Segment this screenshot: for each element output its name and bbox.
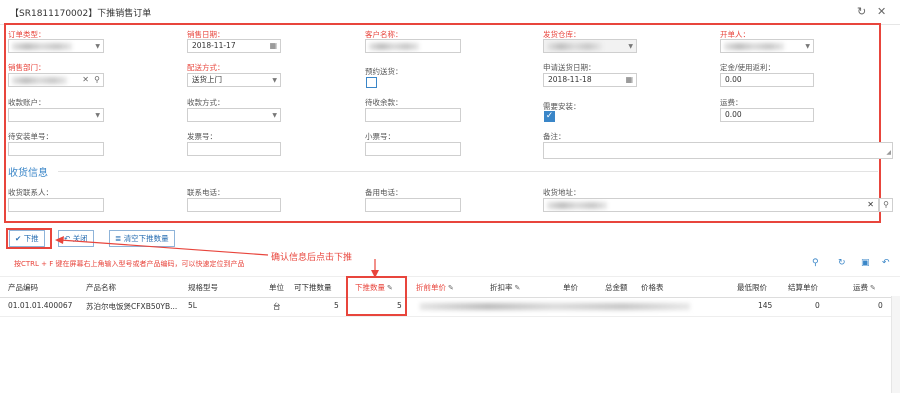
save-icon[interactable]: ▣: [861, 258, 870, 268]
refresh-icon[interactable]: ↻: [838, 258, 846, 268]
annotation-arrowhead: [55, 236, 64, 244]
table-scrollbar[interactable]: [891, 296, 900, 393]
edit-icon[interactable]: ✎: [515, 284, 521, 292]
col-code: 产品编码: [8, 283, 38, 292]
col-total: 总金额: [605, 283, 628, 292]
search-icon[interactable]: ⚲: [812, 258, 819, 268]
col-name: 产品名称: [86, 283, 116, 292]
col-spec: 规格型号: [188, 283, 218, 292]
table-header: 产品编码 产品名称 规格型号 单位 可下推数量 下推数量 ✎ 折前单价 ✎ 折扣率 ✎…: [0, 276, 900, 298]
push-qty-highlight: [346, 276, 407, 316]
col-available: 可下推数量: [294, 283, 332, 292]
cell-spec: 5L: [188, 301, 197, 310]
col-discount: 折扣率 ✎: [490, 282, 520, 293]
annotation-arrows: [55, 236, 379, 278]
col-freight: 运费 ✎: [853, 282, 876, 293]
cell-name: 苏泊尔电饭煲CFXB50YB...: [86, 302, 178, 311]
annotation-arrow-line: [59, 239, 269, 256]
cell-unit: 台: [273, 302, 281, 311]
undo-icon[interactable]: ↶: [882, 258, 890, 268]
col-price-list: 价格表: [641, 283, 664, 292]
col-discount-label: 折扣率: [490, 283, 513, 292]
col-settle-price: 结算单价: [788, 283, 818, 292]
col-min-price: 最低限价: [737, 283, 767, 292]
edit-icon[interactable]: ✎: [870, 284, 876, 292]
col-pre-price-label: 折前单价: [416, 283, 446, 292]
cell-available: 5: [334, 301, 339, 310]
cell-min-price: 145: [758, 301, 773, 310]
cell-settle-price: 0: [815, 301, 820, 310]
annotation-text: 确认信息后点击下推: [271, 253, 353, 263]
edit-icon[interactable]: ✎: [448, 284, 454, 292]
col-unit: 单位: [269, 283, 284, 292]
col-price: 单价: [563, 283, 578, 292]
col-pre-price: 折前单价 ✎: [416, 282, 454, 293]
cell-code: 01.01.01.400067: [8, 301, 73, 310]
cell-freight: 0: [878, 301, 883, 310]
col-freight-label: 运费: [853, 283, 868, 292]
redacted-cells: [420, 303, 690, 310]
